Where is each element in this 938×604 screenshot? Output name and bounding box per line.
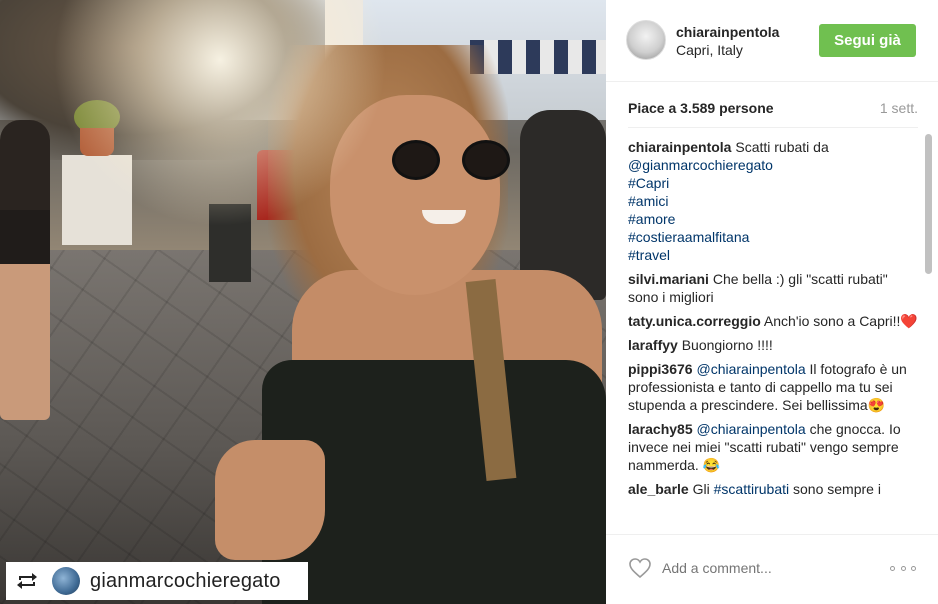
- author-username[interactable]: chiarainpentola: [676, 24, 779, 40]
- scrollbar-thumb[interactable]: [925, 134, 932, 274]
- hashtag-link[interactable]: #costieraamalfitana: [628, 228, 918, 246]
- caption-username[interactable]: chiarainpentola: [628, 139, 731, 155]
- post-photo[interactable]: gianmarcochieregato: [0, 0, 606, 604]
- comment-mention[interactable]: @chiarainpentola: [697, 421, 806, 437]
- repost-username[interactable]: gianmarcochieregato: [90, 570, 281, 593]
- divider: [628, 127, 918, 128]
- comment-input[interactable]: [662, 557, 882, 579]
- caption-text: Scatti rubati da: [735, 139, 829, 155]
- more-dot: [890, 565, 895, 571]
- post-sidebar: chiarainpentola Capri, Italy Segui già P…: [606, 0, 938, 604]
- more-options-icon[interactable]: [890, 559, 916, 577]
- comment-item: silvi.mariani Che bella :) gli "scatti r…: [628, 270, 918, 306]
- comment-username[interactable]: larachy85: [628, 421, 693, 437]
- comment-username[interactable]: pippi3676: [628, 361, 693, 377]
- comment-bar: [606, 534, 938, 604]
- caption-mention[interactable]: @gianmarcochieregato: [628, 156, 918, 174]
- caption: chiarainpentola Scatti rubati da @gianma…: [628, 138, 918, 264]
- comment-item: ale_barle Gli #scattirubati sono sempre …: [628, 480, 918, 498]
- comment-item: taty.unica.correggio Anch'io sono a Capr…: [628, 312, 918, 330]
- comments-list[interactable]: chiarainpentola Scatti rubati da @gianma…: [628, 138, 918, 532]
- post-timestamp[interactable]: 1 sett.: [880, 100, 918, 120]
- photo-sunglasses-right: [462, 140, 510, 180]
- comment-mention[interactable]: @chiarainpentola: [696, 361, 805, 377]
- hashtag-link[interactable]: #amore: [628, 210, 918, 228]
- comment-text: Gli: [692, 481, 710, 497]
- comment-username[interactable]: silvi.mariani: [628, 271, 709, 287]
- hashtag-link[interactable]: #amici: [628, 192, 918, 210]
- hashtag-link[interactable]: #Capri: [628, 174, 918, 192]
- likes-row: Piace a 3.589 persone 1 sett.: [628, 100, 918, 120]
- comment-text: Buongiorno !!!!: [681, 337, 773, 353]
- hashtag-link[interactable]: #travel: [628, 246, 918, 264]
- comment-text: sono sempre i: [793, 481, 881, 497]
- comments-scrollbar[interactable]: [924, 130, 933, 530]
- repost-icon: [14, 570, 40, 592]
- comment-username[interactable]: taty.unica.correggio: [628, 313, 761, 329]
- comment-item: pippi3676 @chiarainpentola Il fotografo …: [628, 360, 918, 414]
- author-avatar[interactable]: [626, 20, 666, 60]
- post-header: chiarainpentola Capri, Italy Segui già: [606, 0, 938, 82]
- likes-count[interactable]: Piace a 3.589 persone: [628, 100, 774, 120]
- repost-avatar: [52, 567, 80, 595]
- more-dot: [900, 565, 906, 571]
- comment-hashtag[interactable]: #scattirubati: [714, 481, 789, 497]
- follow-button[interactable]: Segui già: [819, 24, 916, 57]
- comment-item: larachy85 @chiarainpentola che gnocca. I…: [628, 420, 918, 474]
- more-dot: [911, 565, 916, 571]
- comment-text: Anch'io sono a Capri!!❤️: [763, 313, 918, 329]
- post-location[interactable]: Capri, Italy: [676, 42, 743, 58]
- comment-item: laraffyy Buongiorno !!!!: [628, 336, 918, 354]
- photo-arm: [215, 440, 325, 560]
- heart-outline-icon[interactable]: [628, 557, 652, 579]
- repost-badge: gianmarcochieregato: [6, 562, 308, 600]
- comment-username[interactable]: laraffyy: [628, 337, 678, 353]
- comment-username[interactable]: ale_barle: [628, 481, 689, 497]
- photo-sunlight: [40, 0, 400, 240]
